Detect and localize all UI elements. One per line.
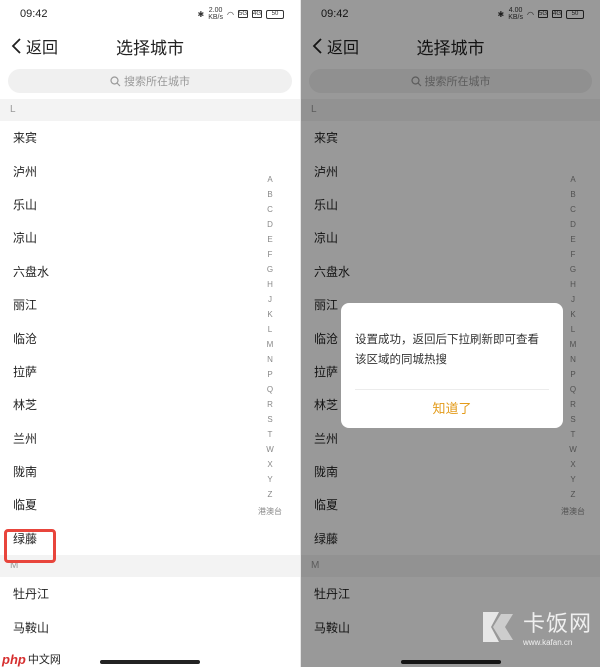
city-row[interactable]: 来宾 — [0, 121, 300, 154]
watermark-kafan: 卡饭网 www.kafan.cn — [479, 606, 592, 647]
index-letter[interactable]: Y — [267, 472, 272, 487]
city-row[interactable]: 陇南 — [0, 455, 300, 488]
kafan-url: www.kafan.cn — [522, 638, 573, 647]
city-row[interactable]: 临沧 — [0, 321, 300, 354]
city-row[interactable]: 兰州 — [0, 422, 300, 455]
status-time: 09:42 — [20, 8, 48, 20]
index-letter[interactable]: Z — [268, 487, 273, 502]
watermark-php: php 中文网 — [2, 651, 61, 667]
network-speed: 2.00 KB/s — [208, 7, 224, 21]
kafan-logo-icon — [482, 611, 513, 642]
status-bar: 09:42 ✱ 2.00 KB/s ◠ 5G 4G 50 — [0, 0, 300, 28]
city-list-l: 来宾 泸州 乐山 凉山 六盘水 丽江 临沧 拉萨 林芝 兰州 陇南 临夏 绿藤 — [0, 121, 300, 555]
index-letter[interactable]: D — [267, 217, 273, 232]
index-hot[interactable]: 港澳台 — [258, 504, 282, 519]
city-row[interactable]: 林芝 — [0, 388, 300, 421]
battery-icon: 50 — [266, 9, 284, 19]
index-letter[interactable]: E — [267, 232, 272, 247]
index-letter[interactable]: S — [267, 412, 272, 427]
city-list-m: 牡丹江 马鞍山 — [0, 577, 300, 644]
index-letter[interactable]: P — [267, 367, 272, 382]
search-placeholder: 搜索所在城市 — [124, 76, 190, 88]
alphabet-index[interactable]: A B C D E F G H J K L M N P Q R S T W X Y Z 港澳台 — [257, 172, 283, 519]
php-logo: php — [2, 651, 26, 667]
chevron-left-icon — [11, 38, 21, 54]
index-letter[interactable]: N — [267, 352, 273, 367]
city-row[interactable]: 丽江 — [0, 288, 300, 321]
kafan-logo-text: 卡饭网 — [522, 611, 592, 636]
index-letter[interactable]: T — [268, 427, 273, 442]
wifi-icon: ◠ — [227, 9, 234, 19]
city-row[interactable]: 马鞍山 — [0, 610, 300, 643]
back-label: 返回 — [26, 40, 59, 57]
back-button[interactable]: 返回 — [8, 34, 58, 58]
success-dialog: 设置成功，返回后下拉刷新即可查看该区域的同城热搜 知道了 — [341, 303, 563, 428]
dialog-message: 设置成功，返回后下拉刷新即可查看该区域的同城热搜 — [355, 334, 539, 366]
city-row[interactable]: 牡丹江 — [0, 577, 300, 610]
php-logo-text: 中文网 — [27, 654, 61, 666]
index-letter[interactable]: A — [267, 172, 272, 187]
index-letter[interactable]: F — [268, 247, 273, 262]
home-indicator — [100, 660, 200, 664]
city-row[interactable]: 乐山 — [0, 188, 300, 221]
index-letter[interactable]: B — [267, 187, 272, 202]
nav-bar: 返回 选择城市 — [0, 28, 300, 64]
city-row[interactable]: 泸州 — [0, 154, 300, 187]
index-letter[interactable]: G — [267, 262, 273, 277]
search-icon — [110, 75, 121, 86]
index-letter[interactable]: L — [268, 322, 272, 337]
signal-4g-icon: 4G — [252, 10, 262, 18]
index-letter[interactable]: J — [268, 292, 272, 307]
index-letter[interactable]: R — [267, 397, 273, 412]
city-row[interactable]: 六盘水 — [0, 255, 300, 288]
city-row[interactable]: 凉山 — [0, 221, 300, 254]
city-row[interactable]: 临夏 — [0, 488, 300, 521]
right-screen: 09:42 ✱ 4.00 KB/s ◠ 5G 4G 50 返回 选择城市 搜索所… — [300, 0, 600, 667]
index-letter[interactable]: X — [267, 457, 272, 472]
highlight-box — [4, 529, 56, 563]
index-letter[interactable]: W — [266, 442, 274, 457]
index-letter[interactable]: H — [267, 277, 273, 292]
index-letter[interactable]: C — [267, 202, 273, 217]
index-letter[interactable]: M — [267, 337, 274, 352]
index-letter[interactable]: Q — [267, 382, 273, 397]
dialog-ok-button[interactable]: 知道了 — [341, 390, 563, 428]
section-header-l: L — [0, 99, 300, 121]
index-letter[interactable]: K — [267, 307, 272, 322]
status-icons: ✱ 2.00 KB/s ◠ 5G 4G 50 — [198, 7, 284, 21]
search-input[interactable]: 搜索所在城市 — [8, 69, 292, 93]
bluetooth-icon: ✱ — [197, 9, 205, 19]
left-screen: 09:42 ✱ 2.00 KB/s ◠ 5G 4G 50 返回 选择城市 搜索所… — [0, 0, 300, 667]
city-row[interactable]: 拉萨 — [0, 355, 300, 388]
signal-5g-icon: 5G — [238, 10, 248, 18]
